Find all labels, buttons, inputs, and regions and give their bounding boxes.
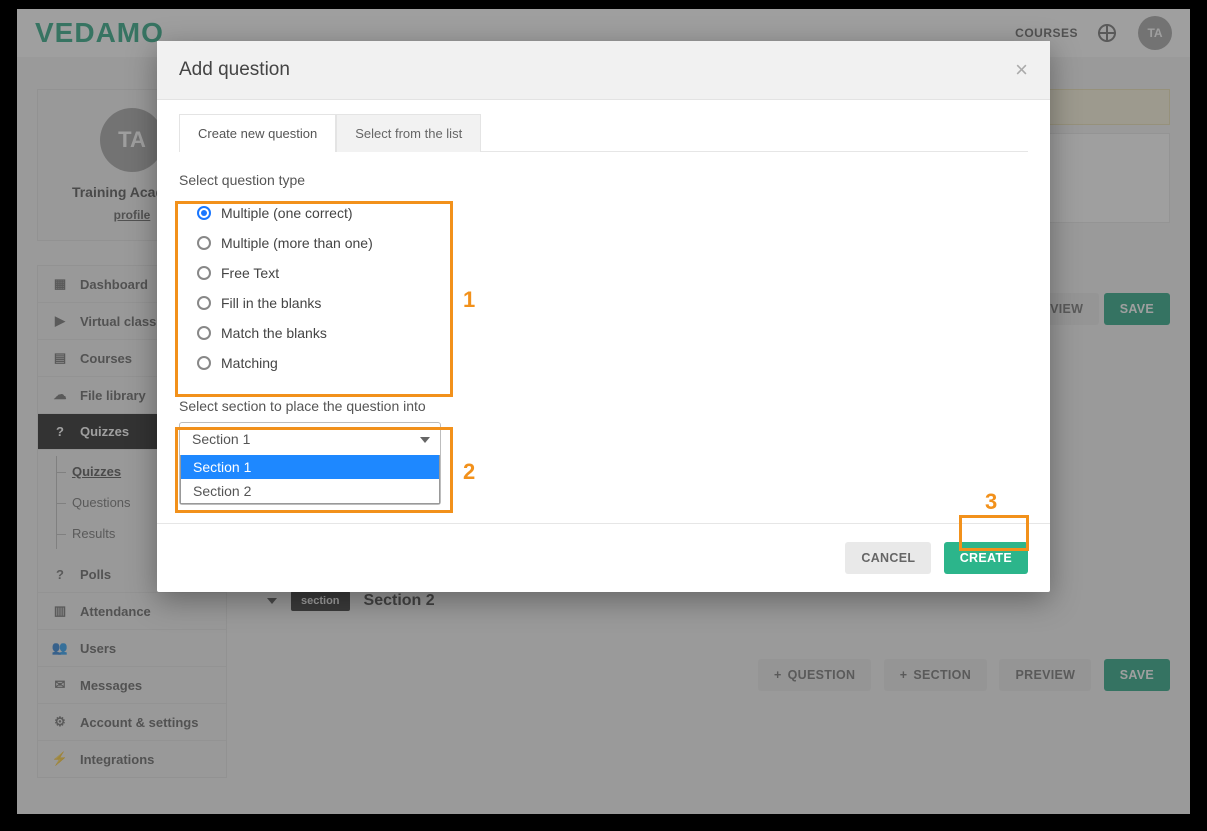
modal-footer: CANCEL CREATE bbox=[157, 523, 1050, 592]
section-select-label: Select section to place the question int… bbox=[179, 398, 1028, 414]
radio-icon bbox=[197, 296, 211, 310]
qtype-match-blanks[interactable]: Match the blanks bbox=[197, 318, 1028, 348]
select-option-section2[interactable]: Section 2 bbox=[181, 479, 439, 503]
radio-label: Fill in the blanks bbox=[221, 295, 321, 311]
modal-title: Add question bbox=[179, 59, 290, 81]
question-type-group: Multiple (one correct) Multiple (more th… bbox=[179, 196, 1028, 392]
cancel-button[interactable]: CANCEL bbox=[845, 542, 931, 574]
select-head[interactable]: Section 1 bbox=[180, 423, 440, 455]
modal-tabs: Create new question Select from the list bbox=[179, 114, 1028, 152]
qtype-multiple-one[interactable]: Multiple (one correct) bbox=[197, 198, 1028, 228]
qtype-matching[interactable]: Matching bbox=[197, 348, 1028, 378]
question-type-label: Select question type bbox=[179, 172, 1028, 188]
chevron-down-icon bbox=[420, 437, 430, 443]
qtype-multiple-many[interactable]: Multiple (more than one) bbox=[197, 228, 1028, 258]
create-button[interactable]: CREATE bbox=[944, 542, 1028, 574]
modal-header: Add question × bbox=[157, 41, 1050, 100]
tab-select-from-list[interactable]: Select from the list bbox=[336, 114, 481, 152]
radio-label: Match the blanks bbox=[221, 325, 327, 341]
radio-label: Multiple (more than one) bbox=[221, 235, 373, 251]
radio-icon bbox=[197, 206, 211, 220]
select-option-section1[interactable]: Section 1 bbox=[181, 455, 439, 479]
select-value: Section 1 bbox=[192, 431, 250, 447]
radio-icon bbox=[197, 266, 211, 280]
radio-label: Matching bbox=[221, 355, 278, 371]
qtype-free-text[interactable]: Free Text bbox=[197, 258, 1028, 288]
select-dropdown: Section 1 Section 2 bbox=[180, 455, 440, 504]
close-icon[interactable]: × bbox=[1015, 59, 1028, 81]
qtype-fill-blanks[interactable]: Fill in the blanks bbox=[197, 288, 1028, 318]
radio-label: Free Text bbox=[221, 265, 279, 281]
radio-icon bbox=[197, 326, 211, 340]
section-select[interactable]: Section 1 Section 1 Section 2 bbox=[179, 422, 441, 505]
radio-icon bbox=[197, 356, 211, 370]
radio-icon bbox=[197, 236, 211, 250]
radio-label: Multiple (one correct) bbox=[221, 205, 353, 221]
add-question-modal: Add question × Create new question Selec… bbox=[157, 41, 1050, 592]
tab-create-new[interactable]: Create new question bbox=[179, 114, 336, 152]
